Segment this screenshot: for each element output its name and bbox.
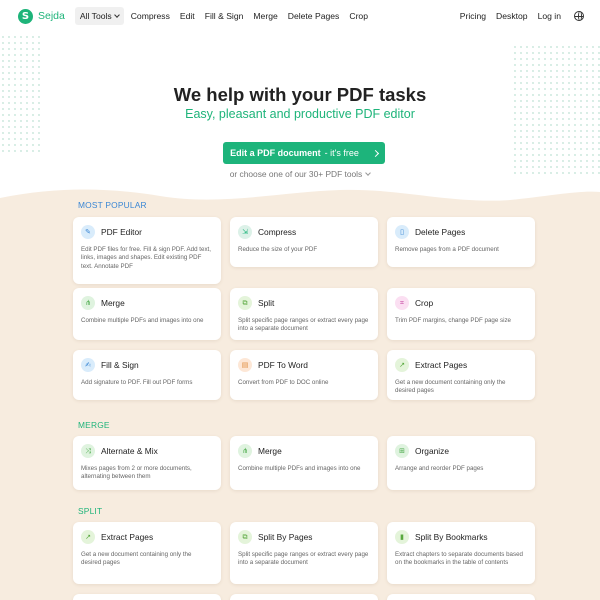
card-title: Split By Pages: [258, 532, 313, 542]
nav-compress[interactable]: Compress: [126, 7, 175, 25]
split-icon: ⧉: [238, 296, 252, 310]
organize-icon: ⊞: [395, 444, 409, 458]
card-desc: Split specific page ranges or extract ev…: [238, 551, 369, 567]
tool-card-partial-3[interactable]: [387, 594, 535, 600]
extract-icon: ↗: [81, 530, 95, 544]
card-title: Fill & Sign: [101, 360, 139, 370]
nav-login[interactable]: Log in: [533, 7, 566, 25]
section-merge: MERGE: [78, 420, 110, 430]
shuffle-icon: ⤨: [81, 444, 95, 458]
extract-icon: ↗: [395, 358, 409, 372]
hero-title: We help with your PDF tasks: [173, 84, 427, 105]
nav-merge[interactable]: Merge: [248, 7, 282, 25]
card-desc: Combine multiple PDFs and images into on…: [81, 317, 204, 324]
card-title: Split By Bookmarks: [415, 532, 488, 542]
top-navbar: S Sejda All Tools Compress Edit Fill & S…: [0, 0, 600, 32]
card-title: Merge: [258, 446, 282, 456]
card-title: Delete Pages: [415, 227, 466, 237]
trash-icon: ▯: [395, 225, 409, 239]
card-title: Split: [258, 298, 275, 308]
card-desc: Split specific page ranges or extract ev…: [238, 317, 369, 333]
bookmark-icon: ▮: [395, 530, 409, 544]
card-title: Merge: [101, 298, 125, 308]
tool-card-pdf-to-word[interactable]: ▤ PDF To Word Convert from PDF to DOC onl…: [230, 350, 378, 400]
card-desc: Trim PDF margins, change PDF page size: [395, 317, 511, 324]
chevron-down-icon: [113, 12, 120, 18]
nav-pricing[interactable]: Pricing: [455, 7, 491, 25]
card-title: Organize: [415, 446, 449, 456]
nav-edit[interactable]: Edit: [175, 7, 200, 25]
card-desc: Edit PDF files for free. Fill & sign PDF…: [81, 246, 211, 270]
edit-pdf-button[interactable]: Edit a PDF document - it's free: [223, 142, 385, 164]
hero-subtitle: Easy, pleasant and productive PDF editor: [185, 107, 415, 121]
tool-card-alternate-mix[interactable]: ⤨ Alternate & Mix Mixes pages from 2 or m…: [73, 436, 221, 490]
pencil-icon: ✎: [81, 225, 95, 239]
document-icon: ▤: [238, 358, 252, 372]
card-desc: Extract chapters to separate documents b…: [395, 551, 523, 567]
cta-main-label: Edit a PDF document: [230, 148, 321, 158]
card-title: Compress: [258, 227, 297, 237]
tool-card-extract-pages[interactable]: ↗ Extract Pages Get a new document contai…: [387, 350, 535, 400]
card-desc: Combine multiple PDFs and images into on…: [238, 465, 361, 472]
tool-card-crop[interactable]: ⌗ Crop Trim PDF margins, change PDF page …: [387, 288, 535, 340]
tool-card-compress[interactable]: ⇲ Compress Reduce the size of your PDF: [230, 217, 378, 267]
tool-card-merge-2[interactable]: ⋔ Merge Combine multiple PDFs and images …: [230, 436, 378, 490]
compress-icon: ⇲: [238, 225, 252, 239]
card-desc: Convert from PDF to DOC online: [238, 379, 329, 386]
card-title: Crop: [415, 298, 434, 308]
nav-desktop[interactable]: Desktop: [491, 7, 533, 25]
card-title: PDF To Word: [258, 360, 308, 370]
nav-delete-pages[interactable]: Delete Pages: [283, 7, 345, 25]
card-title: Extract Pages: [101, 532, 154, 542]
tool-card-organize[interactable]: ⊞ Organize Arrange and reorder PDF pages: [387, 436, 535, 490]
card-desc: Mixes pages from 2 or more documents, al…: [81, 465, 192, 481]
cta-suffix-label: - it's free: [324, 148, 359, 158]
split-icon: ⧉: [238, 530, 252, 544]
card-title: Alternate & Mix: [101, 446, 158, 456]
chevron-down-icon: [365, 170, 372, 176]
tool-card-partial-1[interactable]: [73, 594, 221, 600]
merge-icon: ⋔: [238, 444, 252, 458]
section-split: SPLIT: [78, 506, 103, 516]
card-title: Extract Pages: [415, 360, 468, 370]
card-desc: Arrange and reorder PDF pages: [395, 465, 484, 472]
tool-card-fill-sign[interactable]: ✍ Fill & Sign Add signature to PDF. Fill …: [73, 350, 221, 400]
globe-icon[interactable]: [574, 11, 584, 21]
sejda-logo[interactable]: S Sejda: [18, 8, 65, 24]
main-nav: All Tools Compress Edit Fill & Sign Merg…: [74, 7, 373, 25]
card-title: PDF Editor: [101, 227, 142, 237]
card-desc: Get a new document containing only the d…: [81, 551, 192, 567]
nav-all-tools[interactable]: All Tools: [74, 7, 124, 25]
section-most-popular: MOST POPULAR: [78, 200, 147, 210]
signature-icon: ✍: [81, 358, 95, 372]
nav-right: Pricing Desktop Log in: [455, 7, 584, 25]
logo-mark: S: [18, 8, 33, 24]
logo-text: Sejda: [38, 10, 65, 22]
nav-crop[interactable]: Crop: [344, 7, 373, 25]
tool-card-extract-pages-2[interactable]: ↗ Extract Pages Get a new document contai…: [73, 522, 221, 584]
tool-card-partial-2[interactable]: [230, 594, 378, 600]
card-desc: Reduce the size of your PDF: [238, 246, 318, 253]
tool-card-split-by-pages[interactable]: ⧉ Split By Pages Split specific page rang…: [230, 522, 378, 584]
card-desc: Add signature to PDF. Fill out PDF forms: [81, 379, 193, 386]
tool-card-split[interactable]: ⧉ Split Split specific page ranges or ext…: [230, 288, 378, 340]
crop-icon: ⌗: [395, 296, 409, 310]
choose-tools-link[interactable]: or choose one of our 30+ PDF tools: [0, 169, 600, 179]
chevron-right-icon: [371, 149, 379, 157]
tool-card-delete-pages[interactable]: ▯ Delete Pages Remove pages from a PDF do…: [387, 217, 535, 267]
tool-card-split-by-bookmarks[interactable]: ▮ Split By Bookmarks Extract chapters to …: [387, 522, 535, 584]
merge-icon: ⋔: [81, 296, 95, 310]
tool-card-pdf-editor[interactable]: ✎ PDF Editor Edit PDF files for free. Fil…: [73, 217, 221, 284]
card-desc: Remove pages from a PDF document: [395, 246, 499, 253]
card-desc: Get a new document containing only the d…: [395, 379, 506, 395]
nav-fill-sign[interactable]: Fill & Sign: [200, 7, 249, 25]
tool-card-merge[interactable]: ⋔ Merge Combine multiple PDFs and images …: [73, 288, 221, 340]
